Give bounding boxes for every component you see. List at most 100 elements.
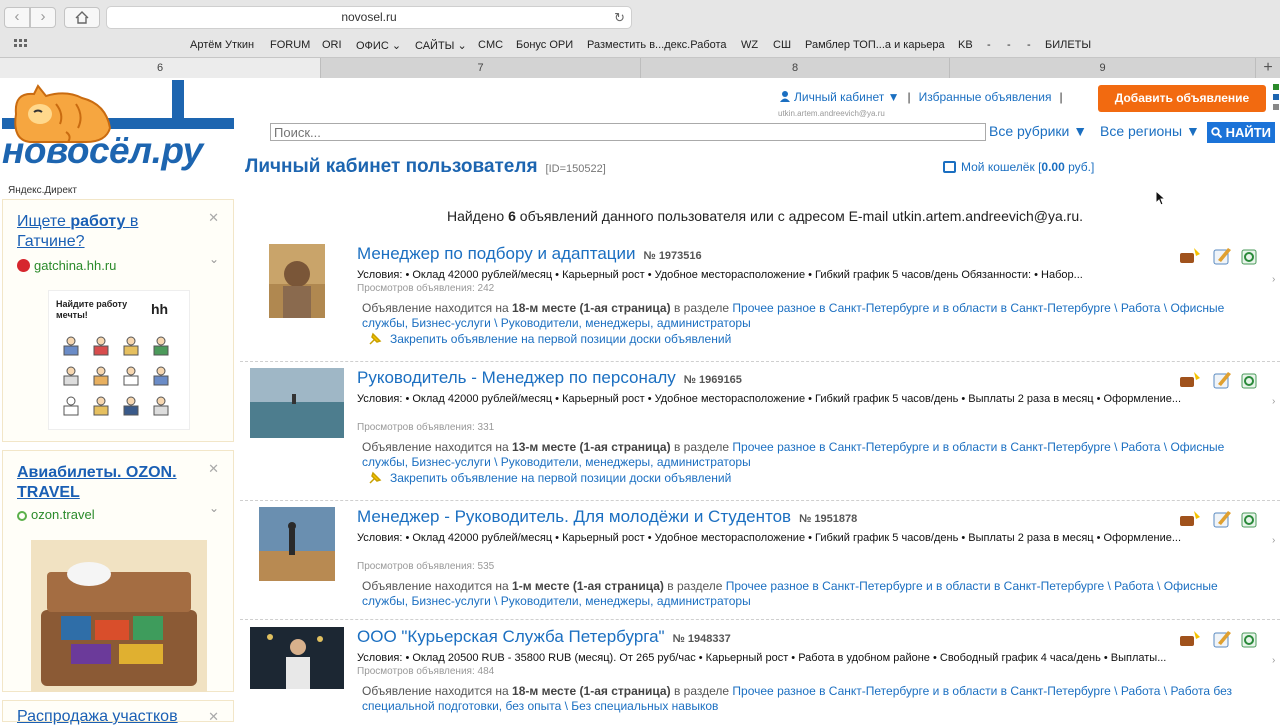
bookmark-item[interactable]: СШ — [773, 39, 791, 51]
listing-position: Объявление находится на 18-м месте (1-ая… — [362, 684, 1252, 714]
ad-title[interactable]: Ищете работу в Гатчине? — [17, 212, 202, 252]
ad-title[interactable]: Авиабилеты. OZON. TRAVEL — [17, 463, 202, 503]
listing-conditions: Условия: • Оклад 42000 рублей/месяц • Ка… — [357, 393, 1182, 405]
regions-select[interactable]: Все регионы ▼ — [1100, 123, 1200, 139]
bookmark-item[interactable]: Разместить в...декс.Работа — [587, 39, 727, 51]
position-prefix: Объявление находится на — [362, 684, 509, 698]
bookmark-item[interactable]: Артём Уткин — [190, 39, 254, 51]
promote-icon[interactable] — [1180, 511, 1200, 526]
listing-title-link[interactable]: Руководитель - Менеджер по персоналу № 19… — [357, 368, 742, 388]
ad-block-plots[interactable]: Распродажа участков ✕ — [2, 700, 234, 725]
pin-listing-link[interactable]: Закрепить объявление на первой позиции д… — [368, 332, 731, 346]
bookmark-item[interactable]: FORUM — [270, 39, 310, 51]
ad-domain[interactable]: gatchina.hh.ru — [17, 258, 116, 273]
edit-icon[interactable] — [1213, 372, 1231, 389]
wallet-icon — [943, 161, 956, 173]
listing-number: № 1948337 — [672, 633, 731, 645]
listing-title: Руководитель - Менеджер по персоналу — [357, 368, 676, 387]
bookmark-item[interactable]: KB — [958, 39, 973, 51]
ad-block-ozon[interactable]: Авиабилеты. OZON. TRAVEL ✕ ⌄ ozon.travel — [2, 450, 234, 692]
new-tab-button[interactable]: + — [1256, 58, 1280, 79]
listing-photo[interactable] — [269, 244, 325, 318]
listing-title-link[interactable]: ООО "Курьерская Служба Петербурга" № 1948… — [357, 627, 731, 647]
found-count: 6 — [508, 208, 516, 224]
listing-title-link[interactable]: Менеджер по подбору и адаптации № 1973516 — [357, 244, 702, 264]
tab-7[interactable]: 7 — [321, 58, 641, 79]
search-input[interactable] — [270, 123, 986, 141]
listing-item: Руководитель - Менеджер по персоналу № 19… — [240, 368, 1280, 501]
position-prefix: Объявление находится на — [362, 440, 509, 454]
refresh-icon[interactable] — [1241, 249, 1257, 265]
listing-photo[interactable] — [250, 627, 344, 689]
listing-title: ООО "Курьерская Служба Петербурга" — [357, 627, 665, 646]
chevron-down-icon[interactable]: ⌄ — [209, 252, 219, 266]
ad-block-hh[interactable]: Ищете работу в Гатчине? ✕ ⌄ gatchina.hh.… — [2, 199, 234, 442]
bookmark-item[interactable]: WZ — [741, 39, 758, 51]
banner-logo: hh — [151, 301, 169, 317]
tab-8[interactable]: 8 — [641, 58, 950, 79]
listing-actions — [1180, 372, 1257, 389]
ad-title[interactable]: Распродажа участков — [17, 707, 202, 727]
edit-icon[interactable] — [1213, 248, 1231, 265]
user-icon — [780, 91, 790, 102]
pin-listing-link[interactable]: Закрепить объявление на первой позиции д… — [368, 471, 731, 485]
bookmark-item[interactable]: CMC — [478, 39, 503, 51]
ad-domain[interactable]: ozon.travel — [17, 507, 95, 522]
refresh-icon[interactable] — [1241, 632, 1257, 648]
bookmark-item[interactable]: Рамблер ТОП...а и карьера — [805, 39, 945, 51]
ad-domain-text: gatchina.hh.ru — [34, 258, 117, 273]
promote-icon[interactable] — [1180, 631, 1200, 646]
bookmark-folder[interactable]: САЙТЫ ⌄ — [415, 39, 467, 52]
listing-views: Просмотров объявления: 331 — [357, 422, 495, 433]
cabinet-link[interactable]: Личный кабинет ▼ — [794, 90, 900, 104]
bookmark-folder[interactable]: ОФИС ⌄ — [356, 39, 401, 52]
close-icon[interactable]: ✕ — [208, 709, 219, 725]
edit-icon[interactable] — [1213, 631, 1231, 648]
listing-number: № 1951878 — [799, 513, 858, 525]
chevron-right-icon: › — [1272, 396, 1276, 407]
bookmark-item[interactable]: ORI — [322, 39, 342, 51]
chevron-right-icon: › — [1272, 655, 1276, 666]
close-icon[interactable]: ✕ — [208, 210, 219, 226]
close-icon[interactable]: ✕ — [208, 461, 219, 477]
divider: | — [1059, 90, 1063, 104]
chevron-down-icon[interactable]: ⌄ — [209, 501, 219, 515]
grid-icon[interactable] — [14, 39, 28, 51]
bookmark-item[interactable]: Бонус ОРИ — [516, 39, 573, 51]
wallet-link[interactable]: Мой кошелёк [0.00 руб.] — [943, 160, 1094, 174]
bookmark-label: САЙТЫ — [415, 40, 455, 52]
ad-banner[interactable]: Найдите работу мечты! hh — [48, 290, 190, 430]
forward-button[interactable]: › — [30, 7, 56, 28]
wallet-amount: 0.00 — [1041, 160, 1065, 174]
rubrics-select[interactable]: Все рубрики ▼ — [989, 123, 1087, 139]
found-suffix: объявлений данного пользователя или с ад… — [519, 208, 1083, 224]
reload-icon[interactable]: ↻ — [614, 7, 625, 28]
favorites-link[interactable]: Избранные объявления — [919, 90, 1052, 104]
position-mid: в разделе — [673, 684, 730, 698]
refresh-icon[interactable] — [1241, 373, 1257, 389]
promote-icon[interactable] — [1180, 248, 1200, 263]
add-listing-button[interactable]: Добавить объявление — [1098, 85, 1266, 112]
tab-9[interactable]: 9 — [950, 58, 1256, 79]
home-button[interactable] — [64, 7, 100, 28]
find-button[interactable]: НАЙТИ — [1207, 122, 1275, 143]
address-bar[interactable]: novosel.ru ↻ — [106, 6, 632, 29]
refresh-icon[interactable] — [1241, 512, 1257, 528]
listing-item: ООО "Курьерская Служба Петербурга" № 1948… — [240, 627, 1280, 722]
position-rank: 13-м месте (1-ая страница) — [512, 440, 671, 454]
site-logo[interactable]: новосёл.ру — [0, 80, 240, 180]
pin-icon — [369, 471, 382, 484]
page-title-text: Личный кабинет пользователя — [245, 156, 538, 177]
back-button[interactable]: ‹ — [4, 7, 30, 28]
bookmark-item[interactable]: - — [987, 39, 991, 51]
bookmark-item[interactable]: - — [1027, 39, 1031, 51]
edit-icon[interactable] — [1213, 511, 1231, 528]
top-nav: Личный кабинет ▼ | Избранные объявления | — [780, 90, 1071, 104]
bookmark-item[interactable]: БИЛЕТЫ — [1045, 39, 1091, 51]
listing-photo[interactable] — [259, 507, 335, 581]
promote-icon[interactable] — [1180, 372, 1200, 387]
tab-6[interactable]: 6 — [0, 58, 321, 79]
listing-photo[interactable] — [250, 368, 344, 438]
listing-title-link[interactable]: Менеджер - Руководитель. Для молодёжи и … — [357, 507, 857, 527]
bookmark-item[interactable]: - — [1007, 39, 1011, 51]
